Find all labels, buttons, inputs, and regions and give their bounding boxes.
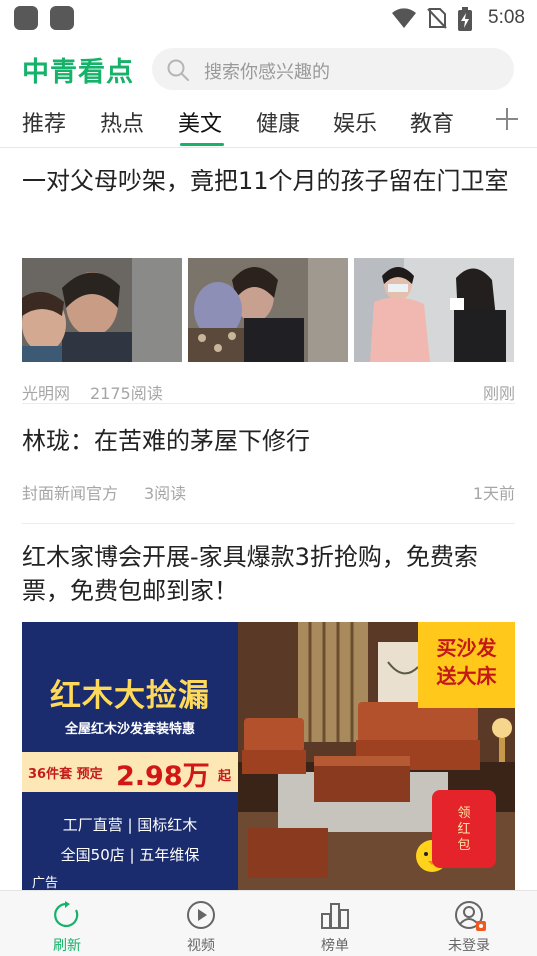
nav-label: 榜单 bbox=[321, 938, 349, 954]
article-read-count: 3阅读 bbox=[144, 484, 187, 503]
tab-hot[interactable]: 热点 bbox=[100, 106, 144, 138]
article-read-count: 2175阅读 bbox=[90, 384, 163, 403]
article-title: 一对父母吵架，竟把11个月的孩子留在门卫室 bbox=[22, 167, 509, 195]
ad-text-panel: 红木大捡漏 全屋红木沙发套装特惠 36件套 预定 2.98万 起 工厂直营 | … bbox=[22, 622, 238, 890]
article-source: 光明网 bbox=[22, 384, 71, 403]
app-icon bbox=[50, 6, 74, 30]
clock: 5:08 bbox=[488, 7, 525, 28]
tab-entertainment[interactable]: 娱乐 bbox=[333, 106, 377, 138]
article-time: 1天前 bbox=[472, 484, 515, 503]
ad-price-prefix: 36件套 预定 bbox=[28, 767, 103, 782]
nav-label: 未登录 bbox=[448, 938, 490, 954]
article-time: 刚刚 bbox=[482, 384, 515, 403]
ad-label: 广告 bbox=[32, 876, 59, 890]
search-placeholder: 搜索你感兴趣的 bbox=[204, 62, 330, 83]
refresh-icon bbox=[54, 901, 79, 928]
tab-education[interactable]: 教育 bbox=[410, 106, 454, 138]
wifi-icon bbox=[392, 8, 416, 28]
no-sim-icon bbox=[427, 8, 447, 29]
category-tabs: 推荐 热点 美文 健康 娱乐 教育 bbox=[0, 98, 537, 148]
active-tab-indicator bbox=[180, 143, 224, 146]
search-bar[interactable]: 搜索你感兴趣的 bbox=[152, 48, 514, 90]
ad-promo-text: 送大床 bbox=[436, 664, 497, 688]
article-card[interactable]: 林珑：在苦难的茅屋下修行 封面新闻官方 3阅读 1天前 bbox=[22, 424, 515, 514]
envelope-label: 领红包 bbox=[457, 806, 471, 853]
user-icon bbox=[455, 901, 486, 931]
battery-charging-icon bbox=[458, 7, 472, 31]
nav-video[interactable]: 视频 bbox=[134, 891, 268, 956]
nav-refresh[interactable]: 刷新 bbox=[0, 891, 134, 956]
nav-profile[interactable]: 未登录 bbox=[402, 891, 536, 956]
ad-feature-line: 全国50店 | 五年维保 bbox=[60, 846, 200, 864]
nav-label: 视频 bbox=[187, 938, 215, 954]
app-logo: 中青看点 bbox=[22, 57, 134, 88]
tab-recommend[interactable]: 推荐 bbox=[22, 106, 66, 138]
crying-woman-photo bbox=[22, 258, 182, 362]
play-icon bbox=[187, 901, 215, 929]
app-header: 中青看点 搜索你感兴趣的 bbox=[0, 44, 537, 94]
ad-price-suffix: 起 bbox=[218, 769, 232, 784]
article-card[interactable]: 一对父母吵架，竟把11个月的孩子留在门卫室 光明网 2175阅读 刚刚 bbox=[22, 164, 515, 404]
divider bbox=[22, 403, 515, 404]
ad-headline: 红木大捡漏 bbox=[50, 678, 210, 714]
ad-price-band: 36件套 预定 2.98万 起 bbox=[22, 752, 238, 792]
nav-ranking[interactable]: 榜单 bbox=[268, 891, 402, 956]
divider bbox=[22, 523, 515, 524]
tab-health[interactable]: 健康 bbox=[256, 106, 300, 138]
article-thumbnails bbox=[22, 258, 515, 362]
ad-price: 2.98万 bbox=[116, 761, 210, 792]
ad-promo-badge: 买沙发 送大床 bbox=[418, 622, 515, 708]
status-bar: 5:08 bbox=[0, 0, 537, 38]
ad-banner[interactable]: 红木大捡漏 全屋红木沙发套装特惠 36件套 预定 2.98万 起 工厂直营 | … bbox=[22, 622, 515, 890]
mother-and-child-photo bbox=[188, 258, 348, 362]
search-icon bbox=[167, 59, 189, 81]
article-title: 林珑：在苦难的茅屋下修行 bbox=[22, 427, 310, 455]
red-envelope[interactable]: 领红包 bbox=[432, 790, 496, 868]
article-title: 红木家博会开展-家具爆款3折抢购，免费索票，免费包邮到家！ bbox=[22, 543, 478, 605]
article-source: 封面新闻官方 bbox=[22, 484, 119, 503]
ranking-icon bbox=[321, 903, 349, 929]
app-icon bbox=[14, 6, 38, 30]
ad-promo-text: 买沙发 bbox=[436, 636, 497, 660]
nurse-photo bbox=[354, 258, 514, 362]
plus-icon[interactable] bbox=[494, 106, 520, 132]
tab-essays[interactable]: 美文 bbox=[178, 106, 222, 138]
ad-feature-line: 工厂直营 | 国标红木 bbox=[62, 816, 198, 834]
bottom-navigation: 刷新 视频 榜单 未登录 bbox=[0, 890, 537, 956]
nav-label: 刷新 bbox=[53, 938, 81, 954]
ad-subheadline: 全屋红木沙发套装特惠 bbox=[64, 722, 195, 737]
